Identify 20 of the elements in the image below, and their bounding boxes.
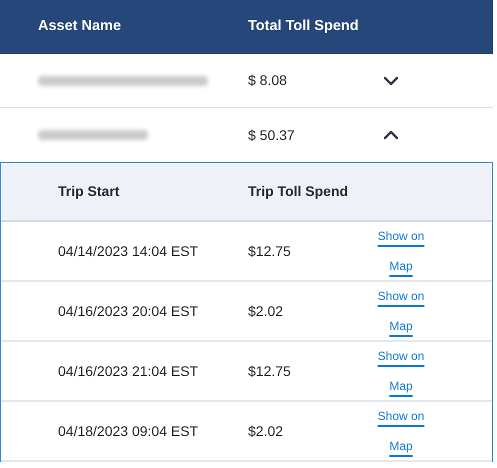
show-on-map-link[interactable]: Show on Map bbox=[376, 401, 426, 461]
column-header: Trip Toll Spend bbox=[248, 182, 348, 201]
table-cell-text: $12.75 bbox=[248, 362, 292, 380]
table-cell-text: 04/14/2023 14:04 EST bbox=[57, 242, 200, 260]
column-header: Trip Start bbox=[57, 182, 120, 201]
total-spend: $ 8.08 bbox=[248, 71, 288, 90]
table-cell-text: $12.75 bbox=[248, 242, 292, 260]
column-header: Total Toll Spend bbox=[248, 17, 359, 36]
show-on-map-link[interactable]: Show on Map bbox=[376, 281, 426, 341]
chevron-down-icon[interactable] bbox=[383, 76, 399, 86]
chevron-up-icon[interactable] bbox=[383, 130, 399, 140]
table-cell-text: 04/16/2023 20:04 EST bbox=[57, 302, 200, 320]
table-cell-text: 04/16/2023 21:04 EST bbox=[57, 362, 200, 380]
column-header: Asset Name bbox=[37, 17, 122, 36]
show-on-map-link[interactable]: Show on Map bbox=[376, 341, 426, 401]
table-cell-text: $2.02 bbox=[248, 422, 284, 440]
table-cell-text: 04/18/2023 09:04 EST bbox=[57, 422, 200, 440]
total-spend: $ 50.37 bbox=[248, 126, 296, 144]
show-on-map-link[interactable]: Show on Map bbox=[376, 221, 426, 281]
table-cell-text: $2.02 bbox=[248, 302, 284, 320]
